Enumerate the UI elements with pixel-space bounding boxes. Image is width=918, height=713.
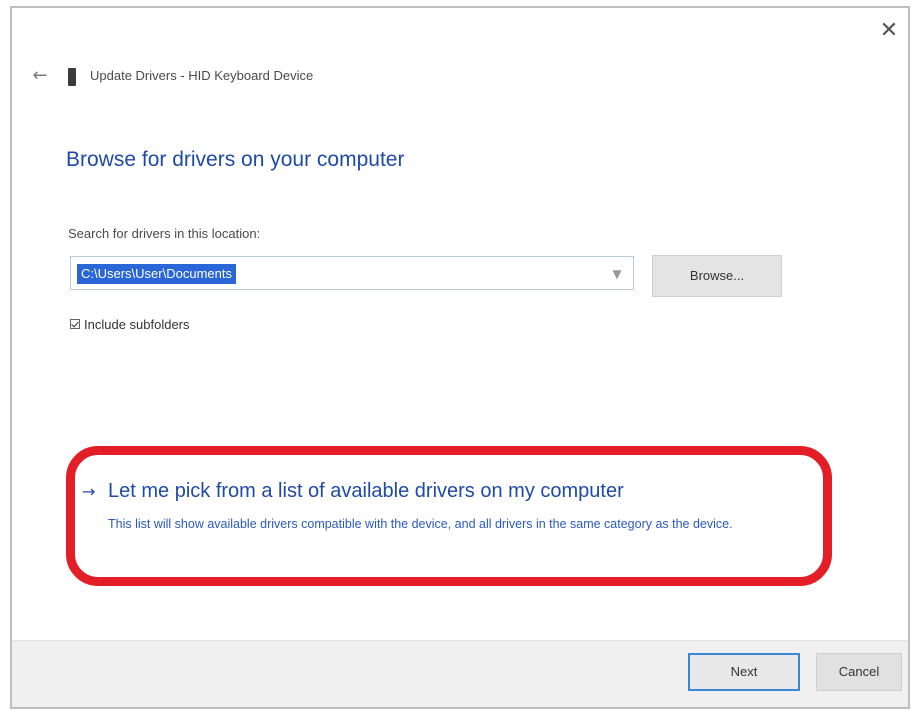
window-title: Update Drivers - HID Keyboard Device (90, 68, 314, 83)
include-subfolders-option[interactable]: Include subfolders (70, 314, 190, 334)
cancel-button[interactable]: Cancel (816, 653, 902, 691)
pick-from-list-option[interactable]: → Let me pick from a list of available d… (82, 476, 822, 556)
keyboard-device-icon (68, 68, 76, 86)
browse-button[interactable]: Browse... (652, 255, 782, 297)
search-location-label: Search for drivers in this location: (68, 226, 261, 241)
include-subfolders-checkbox[interactable] (70, 319, 80, 329)
pick-from-list-description: This list will show available drivers co… (108, 517, 733, 531)
arrow-right-icon: → (82, 482, 96, 501)
update-drivers-dialog: ✕ ← Update Drivers - HID Keyboard Device… (10, 6, 910, 709)
driver-path-input[interactable]: C:\Users\User\Documents (77, 264, 236, 284)
next-button[interactable]: Next (688, 653, 800, 691)
include-subfolders-label[interactable]: Include subfolders (84, 317, 190, 332)
driver-path-combobox[interactable]: C:\Users\User\Documents ▼ (70, 256, 634, 290)
close-icon[interactable]: ✕ (876, 18, 902, 44)
back-arrow-icon[interactable]: ← (28, 66, 52, 86)
page-heading: Browse for drivers on your computer (66, 148, 405, 171)
pick-from-list-link[interactable]: Let me pick from a list of available dri… (108, 480, 624, 503)
chevron-down-icon[interactable]: ▼ (609, 264, 625, 284)
dialog-footer: Next Cancel (12, 640, 908, 707)
